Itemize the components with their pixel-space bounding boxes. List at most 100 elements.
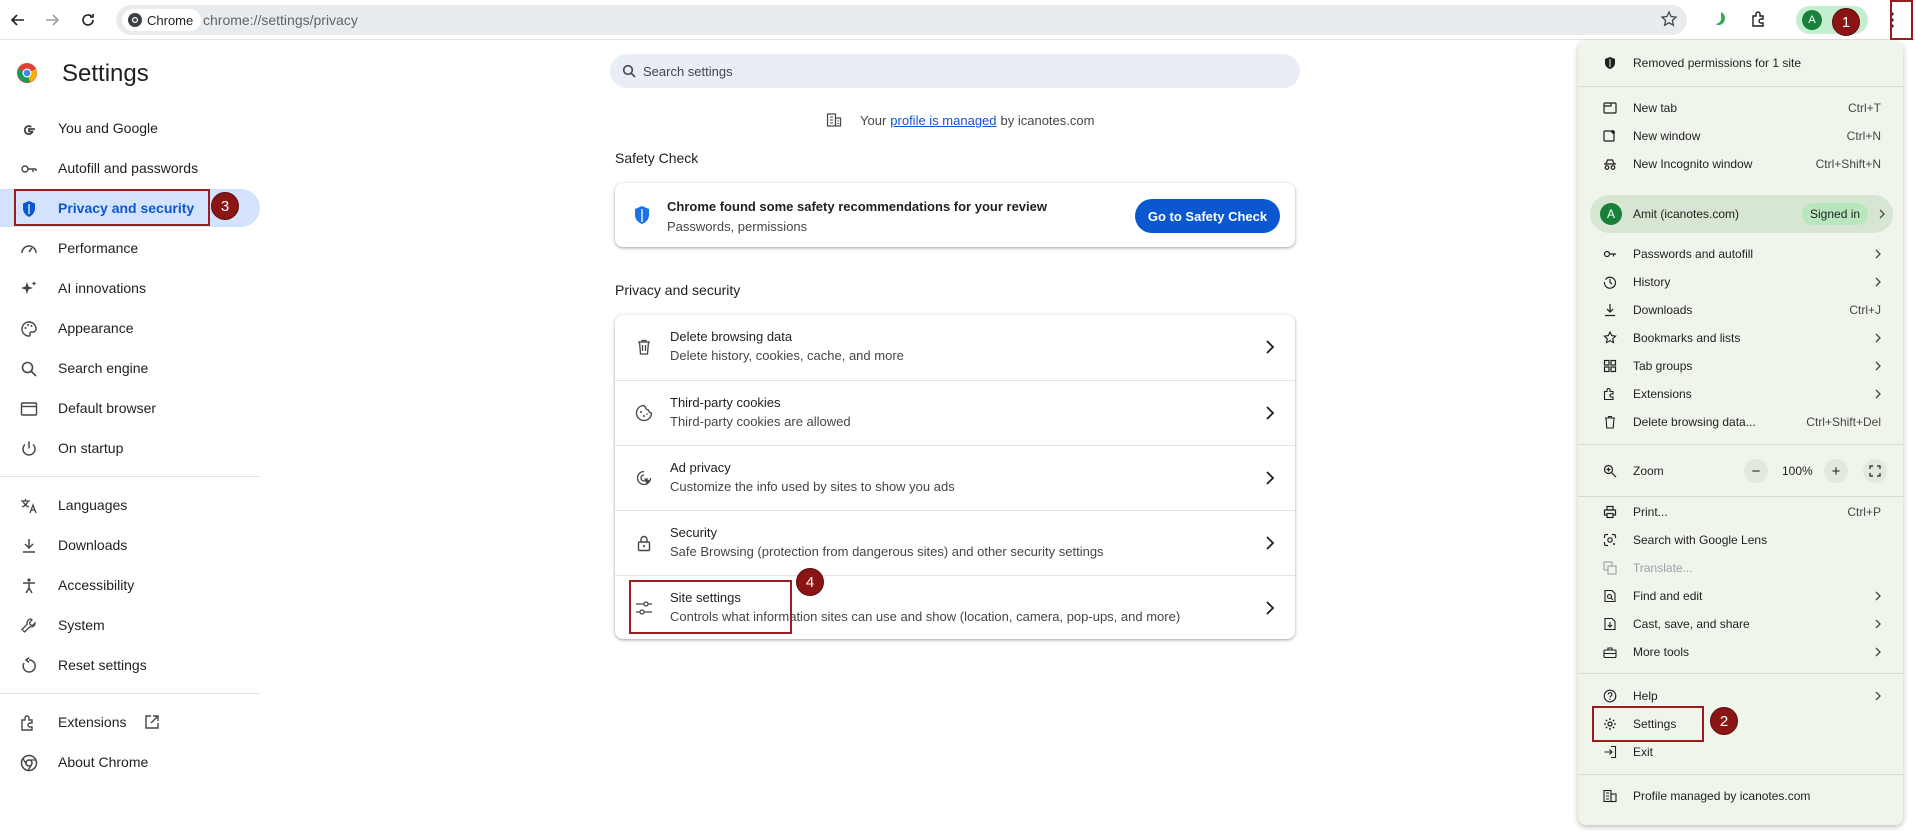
extensions-puzzle-icon[interactable] [1750, 10, 1768, 28]
sidebar-item-search-engine[interactable]: Search engine [0, 349, 260, 387]
search-icon [622, 64, 636, 78]
toolbox-icon [1603, 647, 1617, 659]
star-icon [1603, 331, 1617, 344]
menu-item-label: Zoom [1633, 464, 1664, 478]
menu-divider [1578, 444, 1903, 445]
menu-item-cast-save-share[interactable]: Cast, save, and share [1578, 611, 1903, 637]
menu-item-removed-permissions[interactable]: Removed permissions for 1 site [1578, 50, 1903, 76]
sidebar-item-label: AI innovations [58, 280, 146, 296]
safety-check-heading: Safety Check [615, 150, 699, 166]
bookmark-star-icon[interactable] [1660, 10, 1678, 28]
sidebar-item-performance[interactable]: Performance [0, 229, 260, 267]
browser-window-icon [20, 402, 38, 416]
sidebar-item-languages[interactable]: Languages [0, 486, 260, 524]
download-icon [1605, 304, 1615, 317]
building-icon [1603, 789, 1617, 803]
sidebar-item-downloads[interactable]: Downloads [0, 526, 260, 564]
menu-item-label: History [1633, 275, 1671, 289]
profile-managed-link[interactable]: profile is managed [890, 113, 996, 128]
zoom-level: 100% [1782, 464, 1813, 478]
key-icon [21, 165, 37, 173]
managed-notice: Your profile is managed by icanotes.com [826, 112, 1094, 128]
address-bar[interactable]: Chrome chrome://settings/privacy [116, 5, 1687, 35]
shield-check-icon [635, 206, 649, 224]
chevron-right-icon [1875, 647, 1881, 657]
fullscreen-button[interactable] [1863, 459, 1887, 483]
menu-item-label: More tools [1633, 645, 1690, 659]
search-placeholder: Search settings [643, 64, 733, 79]
extension-leaf-icon[interactable] [1712, 10, 1730, 28]
callout-highlight-privacy [14, 189, 210, 226]
go-to-safety-check-button[interactable]: Go to Safety Check [1135, 199, 1280, 233]
menu-item-new-tab[interactable]: New tab Ctrl+T [1578, 95, 1903, 121]
site-chip[interactable]: Chrome [122, 9, 202, 31]
menu-item-label: Find and edit [1633, 589, 1703, 603]
sidebar-item-on-startup[interactable]: On startup [0, 429, 260, 467]
menu-item-translate: Translate... [1578, 555, 1903, 581]
translate-icon [21, 499, 37, 514]
sidebar-item-accessibility[interactable]: Accessibility [0, 566, 260, 604]
reload-button[interactable] [74, 6, 102, 34]
find-icon [1604, 589, 1616, 603]
row-third-party-cookies[interactable]: Third-party cookies Third-party cookies … [615, 380, 1295, 445]
menu-item-print[interactable]: Print... Ctrl+P [1578, 499, 1903, 525]
callout-badge-4: 4 [796, 568, 824, 596]
menu-item-more-tools[interactable]: More tools [1578, 639, 1903, 665]
url-text: chrome://settings/privacy [203, 12, 358, 28]
incognito-icon [1604, 159, 1616, 170]
zoom-in-button[interactable]: + [1824, 459, 1848, 483]
sidebar-item-reset[interactable]: Reset settings [0, 646, 260, 684]
menu-item-incognito[interactable]: New Incognito window Ctrl+Shift+N [1578, 151, 1903, 177]
menu-item-extensions[interactable]: Extensions [1578, 381, 1903, 407]
menu-item-passwords[interactable]: Passwords and autofill [1578, 241, 1903, 267]
profile-name: Amit (icanotes.com) [1633, 207, 1740, 221]
search-settings-input[interactable]: Search settings [610, 54, 1300, 88]
shortcut-label: Ctrl+T [1848, 101, 1881, 115]
menu-item-label: Profile managed by icanotes.com [1633, 789, 1811, 803]
sidebar-item-you-and-google[interactable]: You and Google [0, 109, 260, 147]
managed-prefix: Your [860, 112, 887, 128]
chevron-right-icon [1875, 333, 1881, 343]
safety-check-title: Chrome found some safety recommendations… [667, 199, 1047, 214]
menu-item-profile-managed[interactable]: Profile managed by icanotes.com [1578, 783, 1903, 809]
sidebar-item-extensions[interactable]: Extensions [0, 703, 260, 741]
trash-icon [1605, 415, 1615, 429]
row-delete-browsing-data[interactable]: Delete browsing data Delete history, coo… [615, 315, 1295, 380]
avatar: A [1600, 203, 1622, 225]
menu-item-downloads[interactable]: Downloads Ctrl+J [1578, 297, 1903, 323]
chevron-right-icon [1875, 591, 1881, 601]
sidebar-item-default-browser[interactable]: Default browser [0, 389, 260, 427]
sidebar-item-ai[interactable]: AI innovations [0, 269, 260, 307]
menu-profile-row[interactable]: A Amit (icanotes.com) Signed in [1590, 195, 1893, 233]
shortcut-label: Ctrl+J [1849, 303, 1881, 317]
sidebar-item-autofill[interactable]: Autofill and passwords [0, 149, 260, 187]
back-button[interactable] [4, 6, 32, 34]
sidebar-item-label: About Chrome [58, 754, 149, 770]
sidebar-item-about[interactable]: About Chrome [0, 743, 260, 781]
menu-item-label: Removed permissions for 1 site [1633, 56, 1802, 70]
sidebar-item-appearance[interactable]: Appearance [0, 309, 260, 347]
menu-item-label: Downloads [1633, 303, 1693, 317]
extensions-puzzle-icon [1603, 388, 1614, 401]
menu-item-google-lens[interactable]: Search with Google Lens [1578, 527, 1903, 553]
menu-item-new-window[interactable]: New window Ctrl+N [1578, 123, 1903, 149]
sidebar-item-label: Appearance [58, 320, 134, 336]
menu-item-bookmarks[interactable]: Bookmarks and lists [1578, 325, 1903, 351]
shortcut-label: Ctrl+P [1847, 505, 1881, 519]
menu-item-find-edit[interactable]: Find and edit [1578, 583, 1903, 609]
menu-item-tab-groups[interactable]: Tab groups [1578, 353, 1903, 379]
forward-button[interactable] [38, 6, 66, 34]
new-window-icon [1603, 130, 1615, 142]
row-description: Customize the info used by sites to show… [670, 479, 955, 494]
menu-item-delete-browsing-data[interactable]: Delete browsing data... Ctrl+Shift+Del [1578, 409, 1903, 435]
menu-item-exit[interactable]: Exit [1578, 739, 1903, 765]
menu-item-history[interactable]: History [1578, 269, 1903, 295]
row-ad-privacy[interactable]: Ad privacy Customize the info used by si… [615, 445, 1295, 510]
row-title: Delete browsing data [670, 329, 793, 344]
sidebar-item-label: Extensions [58, 714, 127, 730]
menu-item-label: Bookmarks and lists [1633, 331, 1741, 345]
row-security[interactable]: Security Safe Browsing (protection from … [615, 510, 1295, 575]
sidebar-item-label: You and Google [58, 120, 158, 136]
zoom-out-button[interactable]: − [1744, 459, 1768, 483]
sidebar-item-system[interactable]: System [0, 606, 260, 644]
